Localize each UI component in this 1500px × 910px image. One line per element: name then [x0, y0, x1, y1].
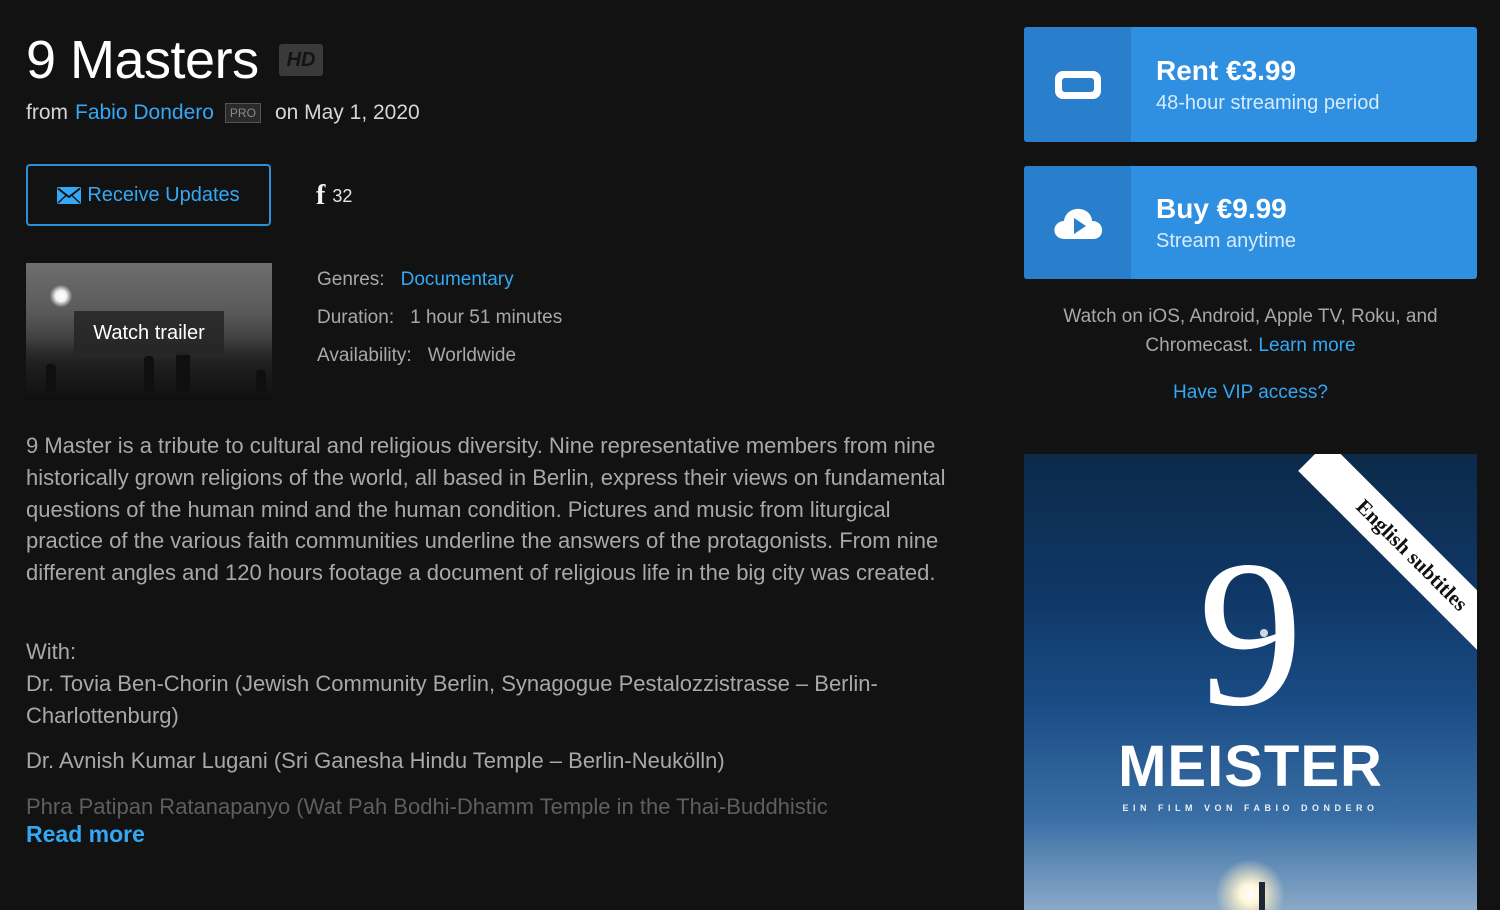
buy-subtitle: Stream anytime: [1156, 229, 1297, 252]
film-title: 9 Masters: [26, 30, 259, 90]
poster-tower: [1259, 882, 1265, 910]
envelope-icon: [57, 186, 82, 204]
buy-price: Buy €9.99: [1156, 192, 1287, 224]
meta-row-genres: Genres: Documentary: [317, 261, 562, 299]
cloud-play-icon: [1053, 208, 1102, 239]
film-description: 9 Master is a tribute to cultural and re…: [26, 433, 946, 586]
rent-price: Rent €3.99: [1156, 54, 1297, 86]
facebook-icon: f: [316, 180, 326, 211]
cast-member: Phra Patipan Ratanapanyo (Wat Pah Bodhi-…: [26, 794, 828, 820]
watch-trailer-label: Watch trailer: [74, 311, 224, 355]
read-more-link[interactable]: Read more: [26, 821, 145, 848]
buy-icon-cell: [1024, 166, 1131, 279]
learn-more-link[interactable]: Learn more: [1258, 335, 1355, 356]
byline: from Fabio Dondero PRO on May 1, 2020: [26, 101, 420, 125]
cast-member: Dr. Avnish Kumar Lugani (Sri Ganesha Hin…: [26, 748, 725, 774]
thumbnail-figure: [256, 370, 266, 392]
platforms-text: Watch on iOS, Android, Apple TV, Roku, a…: [1063, 306, 1438, 356]
rent-subtitle: 48-hour streaming period: [1156, 91, 1380, 114]
cast-heading: With:: [26, 639, 77, 664]
buy-button[interactable]: Buy €9.99 Stream anytime: [1024, 166, 1477, 279]
receive-updates-button[interactable]: Receive Updates: [26, 164, 271, 226]
byline-from: from: [26, 101, 68, 124]
meta-key: Duration:: [317, 307, 395, 328]
rent-text: Rent €3.99 48-hour streaming period: [1131, 27, 1379, 142]
pro-badge: PRO: [224, 103, 261, 123]
vip-access-link[interactable]: Have VIP access?: [1024, 382, 1477, 404]
film-meta: Genres: Documentary Duration: 1 hour 51 …: [317, 261, 562, 375]
receive-updates-label: Receive Updates: [87, 183, 240, 206]
cast-member: Dr. Tovia Ben-Chorin (Jewish Community B…: [26, 670, 878, 728]
meta-key: Genres:: [317, 269, 385, 290]
creator-link[interactable]: Fabio Dondero: [75, 101, 214, 125]
film-page: 9 Masters HD from Fabio Dondero PRO on M…: [0, 0, 1500, 910]
trailer-thumbnail[interactable]: Watch trailer: [26, 263, 272, 400]
buy-text: Buy €9.99 Stream anytime: [1131, 166, 1296, 279]
cast-block: With: Dr. Tovia Ben-Chorin (Jewish Commu…: [26, 636, 971, 819]
meta-value: Worldwide: [427, 345, 517, 366]
poster-sunburst: [1215, 859, 1285, 910]
film-poster: 9 MEISTER EIN FILM VON FABIO DONDERO Eng…: [1024, 454, 1477, 910]
facebook-share[interactable]: f 32: [316, 182, 352, 210]
poster-credit: EIN FILM VON FABIO DONDERO: [1122, 803, 1379, 813]
thumbnail-figure: [176, 352, 190, 392]
platforms-note: Watch on iOS, Android, Apple TV, Roku, a…: [1024, 302, 1477, 360]
meta-value: 1 hour 51 minutes: [410, 307, 563, 328]
thumbnail-figure: [144, 356, 154, 392]
rent-icon-cell: [1024, 27, 1131, 142]
meta-key: Availability:: [317, 345, 412, 366]
facebook-count: 32: [332, 185, 353, 206]
genre-link[interactable]: Documentary: [401, 269, 514, 291]
meta-row-duration: Duration: 1 hour 51 minutes: [317, 299, 562, 337]
thumbnail-sun: [50, 285, 72, 307]
meta-row-availability: Availability: Worldwide: [317, 337, 562, 375]
release-date: on May 1, 2020: [274, 101, 420, 124]
hd-badge: HD: [278, 44, 324, 76]
rent-button[interactable]: Rent €3.99 48-hour streaming period: [1024, 27, 1477, 142]
thumbnail-figure: [46, 364, 56, 392]
title-row: 9 Masters HD: [26, 28, 324, 92]
poster-title: MEISTER: [1118, 734, 1383, 799]
ticket-icon: [1054, 70, 1101, 99]
